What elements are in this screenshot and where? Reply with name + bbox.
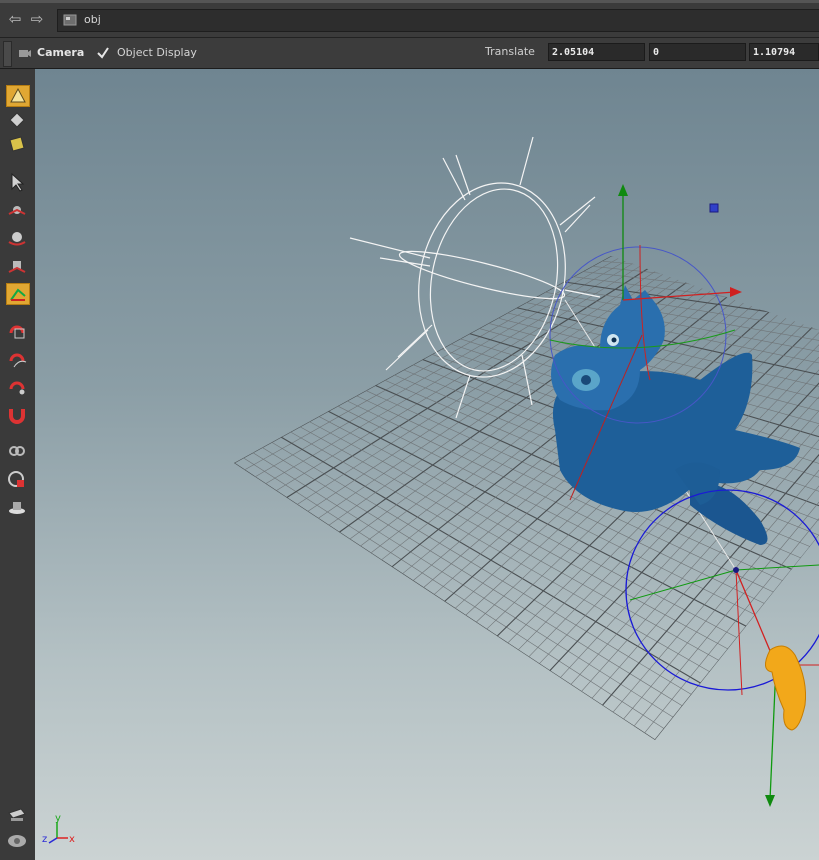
snap-curve-icon[interactable] [6,349,30,371]
link-tool-icon[interactable] [6,441,30,463]
operation-toolbar: Camera Object Display Translate 2.05104 … [0,38,819,69]
view-tool-icon[interactable] [6,85,30,107]
scale-tool-icon[interactable] [6,256,30,278]
axis-y-label: y [55,813,61,824]
translate-label: Translate [485,45,535,58]
back-arrow-icon[interactable]: ⇦ [6,10,24,28]
camera-view-icon[interactable] [6,830,30,852]
scene-canvas[interactable]: y x z [35,69,819,860]
network-icon [63,14,77,26]
select-diamond-icon[interactable] [6,110,30,132]
grid-line [610,256,819,286]
axis-x-label: x [69,834,75,845]
handle-tool-icon[interactable] [6,283,30,305]
translate-y-field[interactable]: 0 [649,43,746,61]
tab-strip [0,0,819,3]
camera-label: Camera [37,46,85,59]
forward-arrow-icon[interactable]: ⇨ [28,10,46,28]
select-box-icon[interactable] [6,134,30,156]
move-tool-icon[interactable] [6,200,30,222]
axis-gizmo: y x z [42,813,75,845]
path-bar[interactable]: obj [57,9,819,32]
axis-z-label: z [42,834,47,845]
render-region-icon[interactable] [6,469,30,491]
scene-viewport[interactable]: y x z [35,69,819,860]
snap-grid-icon[interactable] [6,321,30,343]
translate-x-field[interactable]: 2.05104 [548,43,645,61]
top-bar: ⇦ ⇨ obj [0,0,819,38]
camera-icon[interactable] [18,46,32,60]
left-toolbar [0,69,36,860]
light-helper [765,645,806,731]
lamp-icon[interactable] [6,497,30,519]
snap-point-icon[interactable] [6,377,30,399]
grid-line [601,260,819,297]
path-text: obj [84,13,101,26]
display-options-icon[interactable] [6,805,30,827]
object-display-label[interactable]: Object Display [117,46,197,59]
toolbar-grip[interactable] [3,41,12,67]
magnet-icon[interactable] [6,405,30,427]
checkbox-icon[interactable] [96,46,110,60]
rotate-tool-icon[interactable] [6,228,30,250]
select-arrow-icon[interactable] [6,172,30,194]
translate-z-field[interactable]: 1.10794 [749,43,819,61]
